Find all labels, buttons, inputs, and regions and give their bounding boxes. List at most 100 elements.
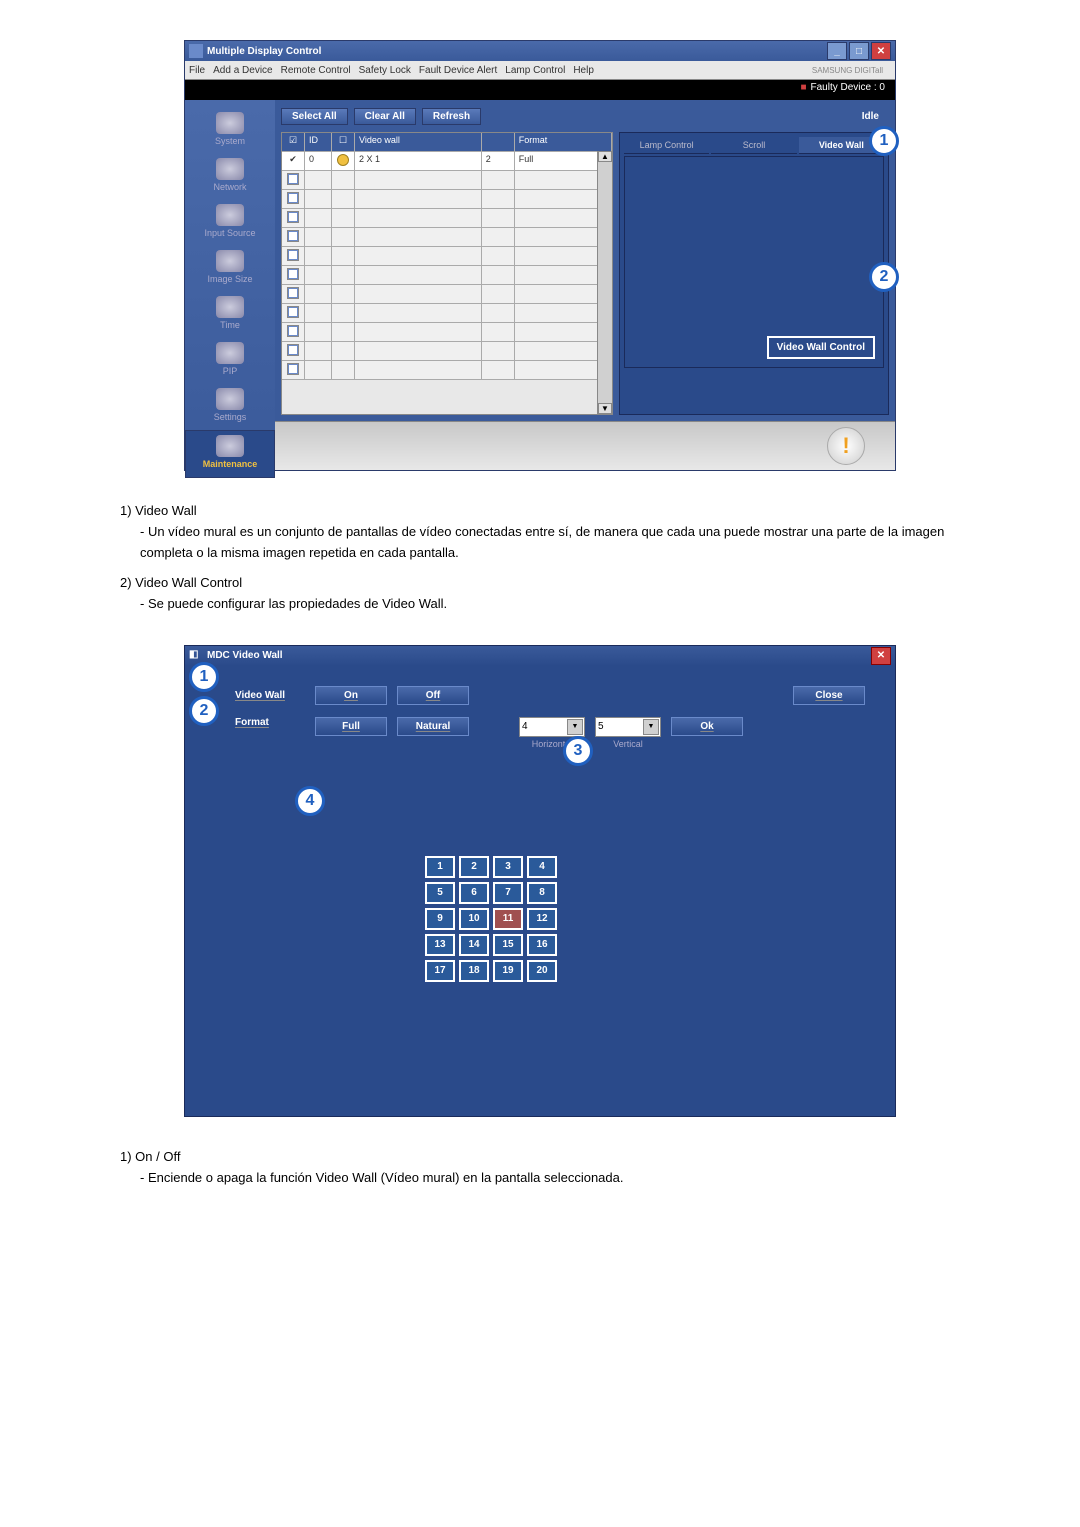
- menu-help[interactable]: Help: [573, 65, 594, 76]
- text1-l1s: - Un vídeo mural es un conjunto de panta…: [140, 522, 960, 564]
- wall-cell-7[interactable]: 7: [493, 882, 523, 904]
- tab-lamp-control[interactable]: Lamp Control: [624, 137, 709, 154]
- checkbox-icon[interactable]: [287, 287, 299, 299]
- menubar: File Add a Device Remote Control Safety …: [185, 61, 895, 80]
- checkbox-icon[interactable]: [287, 192, 299, 204]
- wall-cell-12[interactable]: 12: [527, 908, 557, 930]
- wall-cell-1[interactable]: 1: [425, 856, 455, 878]
- row-status: [332, 152, 355, 171]
- sidebar-item-network[interactable]: Network: [185, 154, 275, 200]
- checkbox-icon[interactable]: [287, 363, 299, 375]
- col-status: ☐: [332, 133, 355, 152]
- text2-l1s: - Enciende o apaga la función Video Wall…: [140, 1168, 960, 1189]
- wall-cell-6[interactable]: 6: [459, 882, 489, 904]
- maximize-button[interactable]: □: [849, 42, 869, 60]
- ok-button[interactable]: Ok: [671, 717, 743, 736]
- checkbox-icon[interactable]: [287, 249, 299, 261]
- checkbox-icon[interactable]: [287, 230, 299, 242]
- sidebar-label: PIP: [223, 366, 238, 376]
- scrollbar[interactable]: [597, 151, 612, 414]
- horizontal-select[interactable]: 4: [519, 717, 585, 737]
- callout-1: 1: [189, 662, 219, 692]
- sidebar-label: Time: [220, 320, 240, 330]
- grid-row-empty: [282, 285, 612, 304]
- window-title: Multiple Display Control: [207, 46, 321, 57]
- wall-cell-9[interactable]: 9: [425, 908, 455, 930]
- grid-row-empty: [282, 247, 612, 266]
- sidebar-item-input-source[interactable]: Input Source: [185, 200, 275, 246]
- col-n: [482, 133, 515, 152]
- wall-cell-14[interactable]: 14: [459, 934, 489, 956]
- row-check[interactable]: ✔: [282, 152, 305, 171]
- wall-cell-17[interactable]: 17: [425, 960, 455, 982]
- checkbox-icon[interactable]: [287, 344, 299, 356]
- wall-cell-8[interactable]: 8: [527, 882, 557, 904]
- checkbox-icon[interactable]: [287, 268, 299, 280]
- natural-button[interactable]: Natural: [397, 717, 469, 736]
- text1-l1: 1) Video Wall: [120, 501, 960, 522]
- titlebar: Multiple Display Control _ □ ✕: [185, 41, 895, 61]
- wall-cell-16[interactable]: 16: [527, 934, 557, 956]
- menu-remote-control[interactable]: Remote Control: [281, 65, 351, 76]
- checkbox-icon[interactable]: [287, 306, 299, 318]
- sidebar-label: Maintenance: [203, 459, 258, 469]
- input-source-icon: [216, 204, 244, 226]
- video-wall-control-button[interactable]: Video Wall Control: [767, 336, 875, 359]
- vertical-select[interactable]: 5: [595, 717, 661, 737]
- wall-cell-3[interactable]: 3: [493, 856, 523, 878]
- video-wall-label: Video Wall: [235, 690, 305, 701]
- dialog-title: MDC Video Wall: [207, 650, 283, 661]
- wall-cell-5[interactable]: 5: [425, 882, 455, 904]
- full-button[interactable]: Full: [315, 717, 387, 736]
- sidebar-item-settings[interactable]: Settings: [185, 384, 275, 430]
- wall-cell-11[interactable]: 11: [493, 908, 523, 930]
- close-button-2[interactable]: Close: [793, 686, 865, 705]
- refresh-button[interactable]: Refresh: [422, 108, 481, 125]
- wall-cell-15[interactable]: 15: [493, 934, 523, 956]
- grid-row[interactable]: ✔ 0 2 X 1 2 Full: [282, 152, 612, 171]
- select-all-button[interactable]: Select All: [281, 108, 348, 125]
- grid-row-empty: [282, 323, 612, 342]
- menu-file[interactable]: File: [189, 65, 205, 76]
- checkbox-icon[interactable]: [287, 325, 299, 337]
- vertical-value: 5: [598, 721, 604, 732]
- sidebar-item-pip[interactable]: PIP: [185, 338, 275, 384]
- on-button[interactable]: On: [315, 686, 387, 705]
- grid-row-empty: [282, 171, 612, 190]
- text1-l2s: - Se puede configurar las propiedades de…: [140, 594, 960, 615]
- wall-cell-13[interactable]: 13: [425, 934, 455, 956]
- wall-cell-19[interactable]: 19: [493, 960, 523, 982]
- checkbox-icon[interactable]: [287, 173, 299, 185]
- col-check[interactable]: ☑: [282, 133, 305, 152]
- sidebar-item-maintenance[interactable]: Maintenance: [185, 430, 275, 478]
- sidebar: System Network Input Source Image Size T…: [185, 100, 275, 470]
- callout-3: 3: [563, 736, 593, 766]
- menu-add-device[interactable]: Add a Device: [213, 65, 272, 76]
- menu-safety-lock[interactable]: Safety Lock: [359, 65, 411, 76]
- sidebar-item-time[interactable]: Time: [185, 292, 275, 338]
- tab-scroll[interactable]: Scroll: [711, 137, 796, 154]
- off-button[interactable]: Off: [397, 686, 469, 705]
- maintenance-icon: [216, 435, 244, 457]
- menu-lamp-control[interactable]: Lamp Control: [505, 65, 565, 76]
- minimize-button[interactable]: _: [827, 42, 847, 60]
- wall-cell-20[interactable]: 20: [527, 960, 557, 982]
- wall-cell-4[interactable]: 4: [527, 856, 557, 878]
- checkbox-icon[interactable]: [287, 211, 299, 223]
- description-1: 1) Video Wall - Un vídeo mural es un con…: [120, 501, 960, 615]
- close-button[interactable]: ✕: [871, 42, 891, 60]
- grid-row-empty: [282, 209, 612, 228]
- wall-cell-10[interactable]: 10: [459, 908, 489, 930]
- col-videowall: Video wall: [355, 133, 482, 152]
- dialog-close-button[interactable]: ✕: [871, 647, 891, 665]
- row-videowall: 2 X 1: [355, 152, 482, 171]
- sidebar-item-image-size[interactable]: Image Size: [185, 246, 275, 292]
- wall-cell-18[interactable]: 18: [459, 960, 489, 982]
- menu-fault-alert[interactable]: Fault Device Alert: [419, 65, 497, 76]
- sidebar-label: Network: [213, 182, 246, 192]
- clear-all-button[interactable]: Clear All: [354, 108, 416, 125]
- wall-cell-2[interactable]: 2: [459, 856, 489, 878]
- sidebar-item-system[interactable]: System: [185, 108, 275, 154]
- device-grid: ☑ ID ☐ Video wall Format ✔ 0 2 X 1 2 Ful…: [281, 132, 613, 415]
- col-id: ID: [305, 133, 332, 152]
